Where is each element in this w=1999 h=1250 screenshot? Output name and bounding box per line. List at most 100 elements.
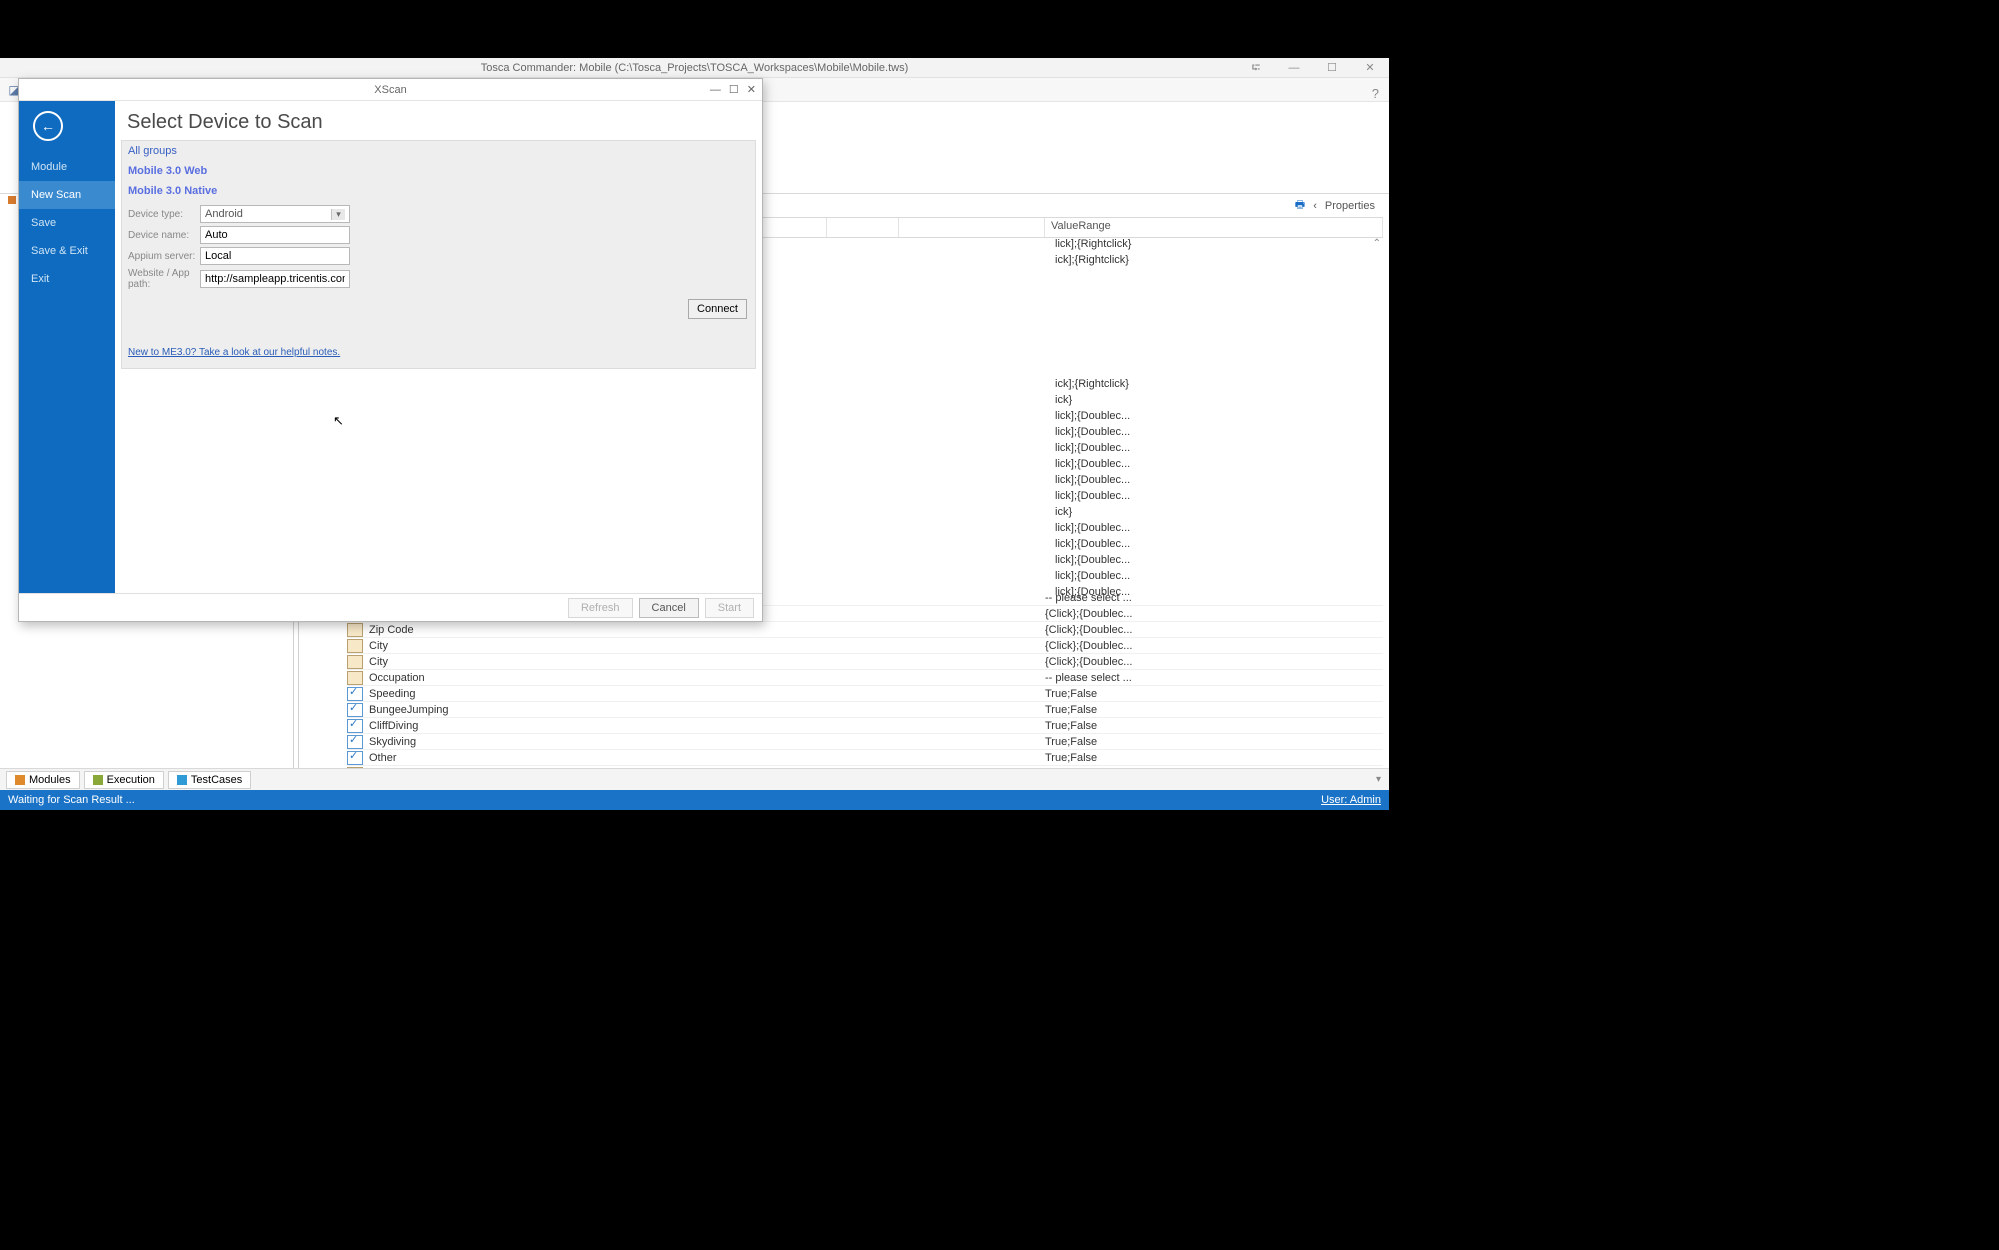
window-close[interactable]: ✕ xyxy=(1355,58,1385,78)
scroll-up-icon[interactable]: ⌃ xyxy=(1373,238,1381,249)
tab-execution[interactable]: Execution xyxy=(84,771,164,789)
connect-button[interactable]: Connect xyxy=(688,299,747,319)
dialog-close[interactable]: ✕ xyxy=(747,79,756,101)
status-bar: Waiting for Scan Result ... User: Admin xyxy=(0,790,1389,810)
window-minimize[interactable]: — xyxy=(1279,58,1309,78)
table-row[interactable]: City {Click};{Doublec... xyxy=(347,638,1383,654)
sidebar-item-module[interactable]: Module xyxy=(19,153,115,181)
cancel-button[interactable]: Cancel xyxy=(639,598,699,618)
back-icon[interactable]: ← xyxy=(33,111,63,141)
table-row[interactable]: City {Click};{Doublec... xyxy=(347,654,1383,670)
row-name: BungeeJumping xyxy=(367,704,755,716)
sidebar-item-exit[interactable]: Exit xyxy=(19,265,115,293)
field-icon xyxy=(347,655,363,669)
row-name: City xyxy=(367,656,755,668)
row-value: {Click};{Doublec... xyxy=(1045,608,1383,620)
value-cell: lick];{Doublec... xyxy=(1055,538,1130,554)
value-cell: lick];{Doublec... xyxy=(1055,474,1130,490)
device-type-select[interactable]: Android ▾ xyxy=(200,205,350,223)
label-device-name: Device name: xyxy=(128,230,200,241)
value-cell: lick];{Doublec... xyxy=(1055,554,1130,570)
sidebar-item-new-scan[interactable]: New Scan xyxy=(19,181,115,209)
properties-label[interactable]: Properties xyxy=(1325,200,1375,212)
value-cell: lick];{Doublec... xyxy=(1055,442,1130,458)
tab-modules[interactable]: Modules xyxy=(6,771,80,789)
label-device-type: Device type: xyxy=(128,209,200,220)
help-icon[interactable]: ? xyxy=(1372,86,1379,101)
sidebar-item-save-exit[interactable]: Save & Exit xyxy=(19,237,115,265)
properties-chevron-icon[interactable]: ‹ xyxy=(1313,200,1317,212)
section-mobile-web[interactable]: Mobile 3.0 Web xyxy=(128,165,749,177)
tabs-dropdown-icon[interactable]: ▾ xyxy=(1376,774,1381,785)
value-cell: lick];{Doublec... xyxy=(1055,426,1130,442)
dialog-titlebar: XScan — ☐ ✕ xyxy=(19,79,762,101)
value-cell: ick];{Rightclick} xyxy=(1055,378,1130,394)
row-value: True;False xyxy=(1045,736,1383,748)
label-appium-server: Appium server: xyxy=(128,251,200,262)
field-icon xyxy=(347,639,363,653)
dialog-heading: Select Device to Scan xyxy=(115,101,762,140)
table-row[interactable]: Speeding True;False xyxy=(347,686,1383,702)
checkbox-icon xyxy=(347,751,363,765)
col-valuerange[interactable]: ValueRange xyxy=(1045,218,1383,237)
device-name-input[interactable] xyxy=(200,226,350,244)
field-icon xyxy=(347,623,363,637)
dialog-maximize[interactable]: ☐ xyxy=(729,79,739,101)
value-cell: lick];{Doublec... xyxy=(1055,490,1130,506)
value-cell: lick];{Doublec... xyxy=(1055,522,1130,538)
row-value: {Click};{Doublec... xyxy=(1045,656,1383,668)
value-cell: lick];{Doublec... xyxy=(1055,410,1130,426)
window-title: Tosca Commander: Mobile (C:\Tosca_Projec… xyxy=(481,62,909,74)
row-value: {Click};{Doublec... xyxy=(1045,624,1383,636)
row-value: True;False xyxy=(1045,688,1383,700)
xscan-dialog: XScan — ☐ ✕ ← Module New Scan Save Save … xyxy=(18,78,763,622)
window-maximize[interactable]: ☐ xyxy=(1317,58,1347,78)
start-button[interactable]: Start xyxy=(705,598,754,618)
sidebar-item-save[interactable]: Save xyxy=(19,209,115,237)
value-cell: ick} xyxy=(1055,394,1130,410)
tree-node-icon xyxy=(8,196,16,204)
app-path-input[interactable] xyxy=(200,270,350,288)
checkbox-icon xyxy=(347,719,363,733)
section-mobile-native[interactable]: Mobile 3.0 Native xyxy=(128,185,749,197)
all-groups-link[interactable]: All groups xyxy=(128,145,749,157)
table-row[interactable]: Skydiving True;False xyxy=(347,734,1383,750)
value-cell: ick];{Rightclick} xyxy=(1055,254,1131,270)
row-value: True;False xyxy=(1045,752,1383,764)
status-user-link[interactable]: User: Admin xyxy=(1321,794,1381,806)
row-name: CliffDiving xyxy=(367,720,755,732)
dialog-sidebar: ← Module New Scan Save Save & Exit Exit xyxy=(19,101,115,593)
dialog-minimize[interactable]: — xyxy=(710,79,721,101)
table-row[interactable]: Occupation -- please select ... xyxy=(347,670,1383,686)
row-name: Zip Code xyxy=(367,624,755,636)
value-cell: ick} xyxy=(1055,506,1130,522)
appium-server-input[interactable] xyxy=(200,247,350,265)
tab-testcases[interactable]: TestCases xyxy=(168,771,251,789)
table-row[interactable]: BungeeJumping True;False xyxy=(347,702,1383,718)
print-icon[interactable]: 🖶 xyxy=(1295,196,1305,215)
value-cell: lick];{Rightclick} xyxy=(1055,238,1131,254)
row-name: City xyxy=(367,640,755,652)
status-text: Waiting for Scan Result ... xyxy=(8,794,135,806)
table-row[interactable]: CliffDiving True;False xyxy=(347,718,1383,734)
bottom-tabs: Modules Execution TestCases ▾ xyxy=(0,768,1389,790)
row-value: True;False xyxy=(1045,720,1383,732)
checkbox-icon xyxy=(347,735,363,749)
row-name: Other xyxy=(367,752,755,764)
helpful-notes-link[interactable]: New to ME3.0? Take a look at our helpful… xyxy=(128,347,340,358)
table-row[interactable]: Other True;False xyxy=(347,750,1383,766)
value-cell: lick];{Doublec... xyxy=(1055,570,1130,586)
dialog-title: XScan xyxy=(374,84,406,96)
table-row[interactable]: Zip Code {Click};{Doublec... xyxy=(347,622,1383,638)
label-app-path: Website / App path: xyxy=(128,268,200,290)
value-cell: lick];{Doublec... xyxy=(1055,458,1130,474)
row-name: Occupation xyxy=(367,672,755,684)
row-value: -- please select ... xyxy=(1045,592,1383,604)
checkbox-icon xyxy=(347,687,363,701)
field-icon xyxy=(347,671,363,685)
refresh-button[interactable]: Refresh xyxy=(568,598,633,618)
chevron-down-icon: ▾ xyxy=(331,209,345,220)
row-value: -- please select ... xyxy=(1045,672,1383,684)
app-pin-icon[interactable]: ⮓ xyxy=(1241,58,1271,78)
checkbox-icon xyxy=(347,703,363,717)
